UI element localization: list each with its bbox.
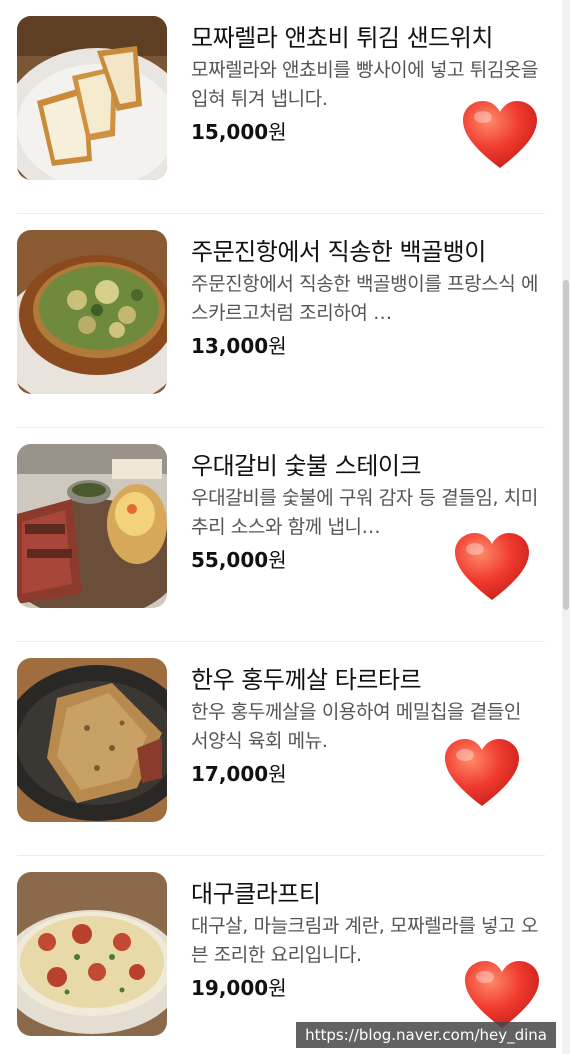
heart-icon[interactable] (443, 738, 521, 808)
scrollbar-thumb[interactable] (563, 280, 569, 610)
menu-list: 모짜렐라 앤쵸비 튀김 샌드위치 모짜렐라와 앤쵸비를 빵사이에 넣고 튀김옷을… (17, 0, 545, 1054)
menu-item-name: 우대갈비 숯불 스테이크 (191, 452, 422, 480)
menu-item[interactable]: 우대갈비 숯불 스테이크 우대갈비를 숯불에 구워 감자 등 곁들임, 치미추리… (17, 428, 545, 642)
menu-item[interactable]: 한우 홍두께살 타르타르 한우 홍두께살을 이용하여 메밀칩을 곁들인 서양식 … (17, 642, 545, 856)
menu-item-description: 주문진항에서 직송한 백골뱅이를 프랑스식 에스카르고처럼 조리하여 … (191, 273, 539, 324)
menu-item-name: 주문진항에서 직송한 백골뱅이 (191, 238, 486, 266)
heart-icon[interactable] (461, 100, 539, 170)
menu-item[interactable]: 주문진항에서 직송한 백골뱅이 주문진항에서 직송한 백골뱅이를 프랑스식 에스… (17, 214, 545, 428)
currency-suffix: 원 (268, 120, 287, 144)
watermark: https://blog.naver.com/hey_dina (296, 1022, 556, 1048)
scrollbar[interactable] (562, 0, 570, 1054)
menu-item-name: 대구클라프티 (191, 880, 321, 908)
menu-item-name: 모짜렐라 앤쵸비 튀김 샌드위치 (191, 24, 493, 52)
currency-suffix: 원 (268, 334, 287, 358)
menu-item-photo (17, 444, 167, 608)
page: 모짜렐라 앤쵸비 튀김 샌드위치 모짜렐라와 앤쵸비를 빵사이에 넣고 튀김옷을… (0, 0, 570, 1054)
menu-item-price-value: 55,000 (191, 548, 269, 572)
menu-item-price: 13,000원 (191, 332, 543, 360)
menu-item-photo (17, 16, 167, 180)
menu-item-info: 주문진항에서 직송한 백골뱅이 주문진항에서 직송한 백골뱅이를 프랑스식 에스… (191, 236, 543, 360)
heart-icon[interactable] (453, 532, 531, 602)
menu-item[interactable]: 모짜렐라 앤쵸비 튀김 샌드위치 모짜렐라와 앤쵸비를 빵사이에 넣고 튀김옷을… (17, 0, 545, 214)
menu-item-price-value: 19,000 (191, 976, 269, 1000)
menu-item-price-value: 17,000 (191, 762, 269, 786)
currency-suffix: 원 (268, 976, 287, 1000)
menu-item-price-value: 13,000 (191, 334, 269, 358)
heart-icon[interactable] (463, 960, 541, 1030)
menu-item-photo (17, 872, 167, 1036)
currency-suffix: 원 (268, 548, 287, 572)
menu-item-photo (17, 658, 167, 822)
currency-suffix: 원 (268, 762, 287, 786)
menu-item-price-value: 15,000 (191, 120, 269, 144)
menu-item-name: 한우 홍두께살 타르타르 (191, 666, 422, 694)
menu-item-photo (17, 230, 167, 394)
